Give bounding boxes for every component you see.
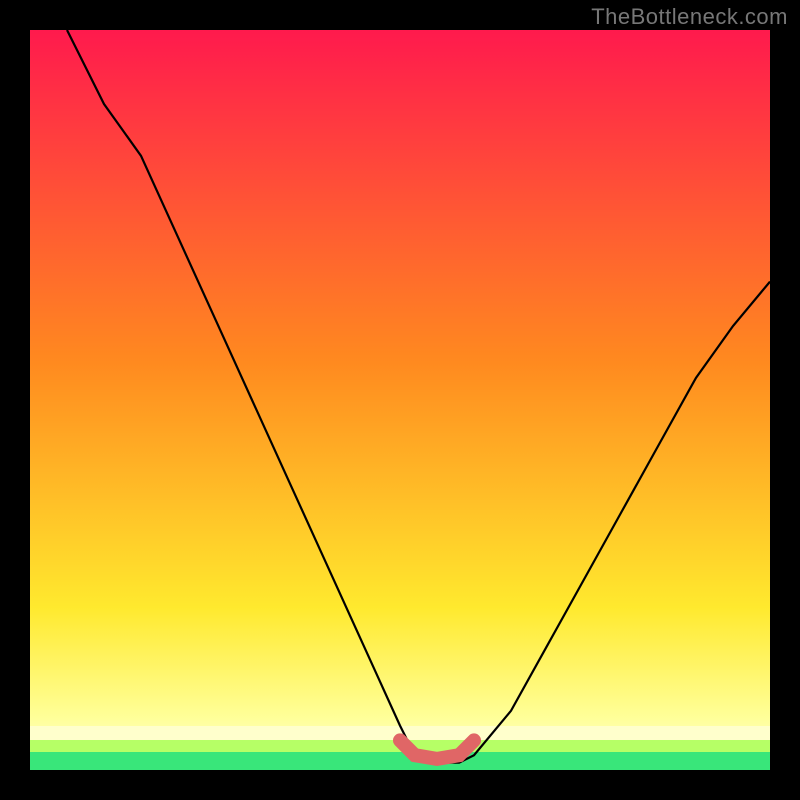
plot-area: [30, 30, 770, 770]
plot-background: [30, 30, 770, 770]
band-green-target: [30, 752, 770, 770]
plot-svg: [30, 30, 770, 770]
watermark-text: TheBottleneck.com: [591, 4, 788, 30]
chart-frame: TheBottleneck.com: [0, 0, 800, 800]
